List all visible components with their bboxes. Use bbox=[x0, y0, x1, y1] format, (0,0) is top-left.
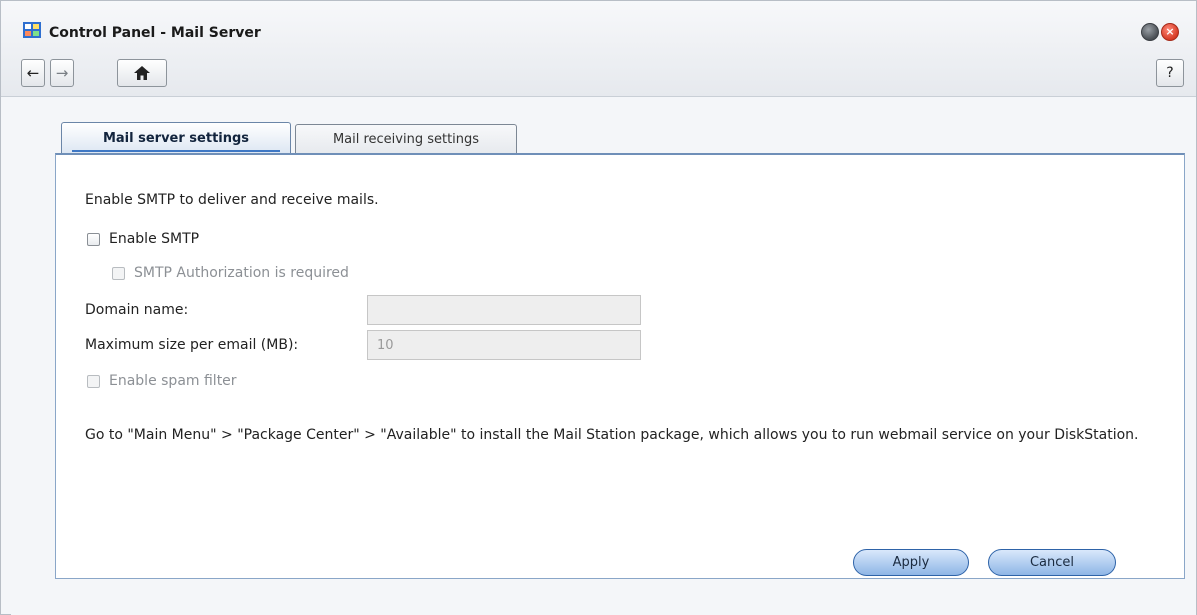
close-icon[interactable]: × bbox=[1161, 23, 1179, 41]
enable-smtp-checkbox[interactable] bbox=[87, 232, 100, 246]
content-area: Mail server settings Mail receiving sett… bbox=[11, 98, 1196, 615]
max-size-label: Maximum size per email (MB): bbox=[85, 337, 299, 353]
home-icon bbox=[134, 66, 150, 80]
control-panel-icon bbox=[23, 22, 41, 38]
smtp-auth-row[interactable]: SMTP Authorization is required bbox=[112, 265, 349, 281]
tab-mail-receiving-settings[interactable]: Mail receiving settings bbox=[295, 124, 517, 153]
enable-smtp-row[interactable]: Enable SMTP bbox=[87, 231, 199, 247]
home-button[interactable] bbox=[117, 59, 167, 87]
spam-filter-row[interactable]: Enable spam filter bbox=[87, 373, 237, 389]
enable-smtp-label: Enable SMTP bbox=[109, 231, 200, 247]
mail-station-note: Go to "Main Menu" > "Package Center" > "… bbox=[85, 427, 1139, 443]
title-bar: Control Panel - Mail Server × ← → ? bbox=[1, 1, 1196, 97]
help-button[interactable]: ? bbox=[1156, 59, 1184, 87]
intro-text: Enable SMTP to deliver and receive mails… bbox=[85, 192, 379, 208]
forward-button[interactable]: → bbox=[50, 59, 74, 87]
spam-filter-checkbox[interactable] bbox=[87, 374, 100, 388]
max-size-input[interactable] bbox=[367, 330, 641, 360]
arrow-right-icon: → bbox=[55, 64, 69, 82]
minimize-icon[interactable] bbox=[1141, 23, 1159, 41]
domain-name-input[interactable] bbox=[367, 295, 641, 325]
help-icon: ? bbox=[1166, 65, 1174, 81]
settings-panel: Enable SMTP to deliver and receive mails… bbox=[55, 153, 1185, 579]
smtp-auth-checkbox[interactable] bbox=[112, 266, 125, 280]
apply-button[interactable]: Apply bbox=[853, 549, 969, 576]
smtp-auth-label: SMTP Authorization is required bbox=[134, 265, 349, 281]
cancel-button[interactable]: Cancel bbox=[988, 549, 1116, 576]
back-button[interactable]: ← bbox=[21, 59, 45, 87]
window-title: Control Panel - Mail Server bbox=[49, 25, 261, 41]
domain-name-label: Domain name: bbox=[85, 302, 189, 318]
spam-filter-label: Enable spam filter bbox=[109, 373, 237, 389]
tab-mail-server-settings[interactable]: Mail server settings bbox=[61, 122, 291, 153]
arrow-left-icon: ← bbox=[26, 64, 40, 82]
control-panel-window: Control Panel - Mail Server × ← → ? Mail… bbox=[0, 0, 1197, 615]
